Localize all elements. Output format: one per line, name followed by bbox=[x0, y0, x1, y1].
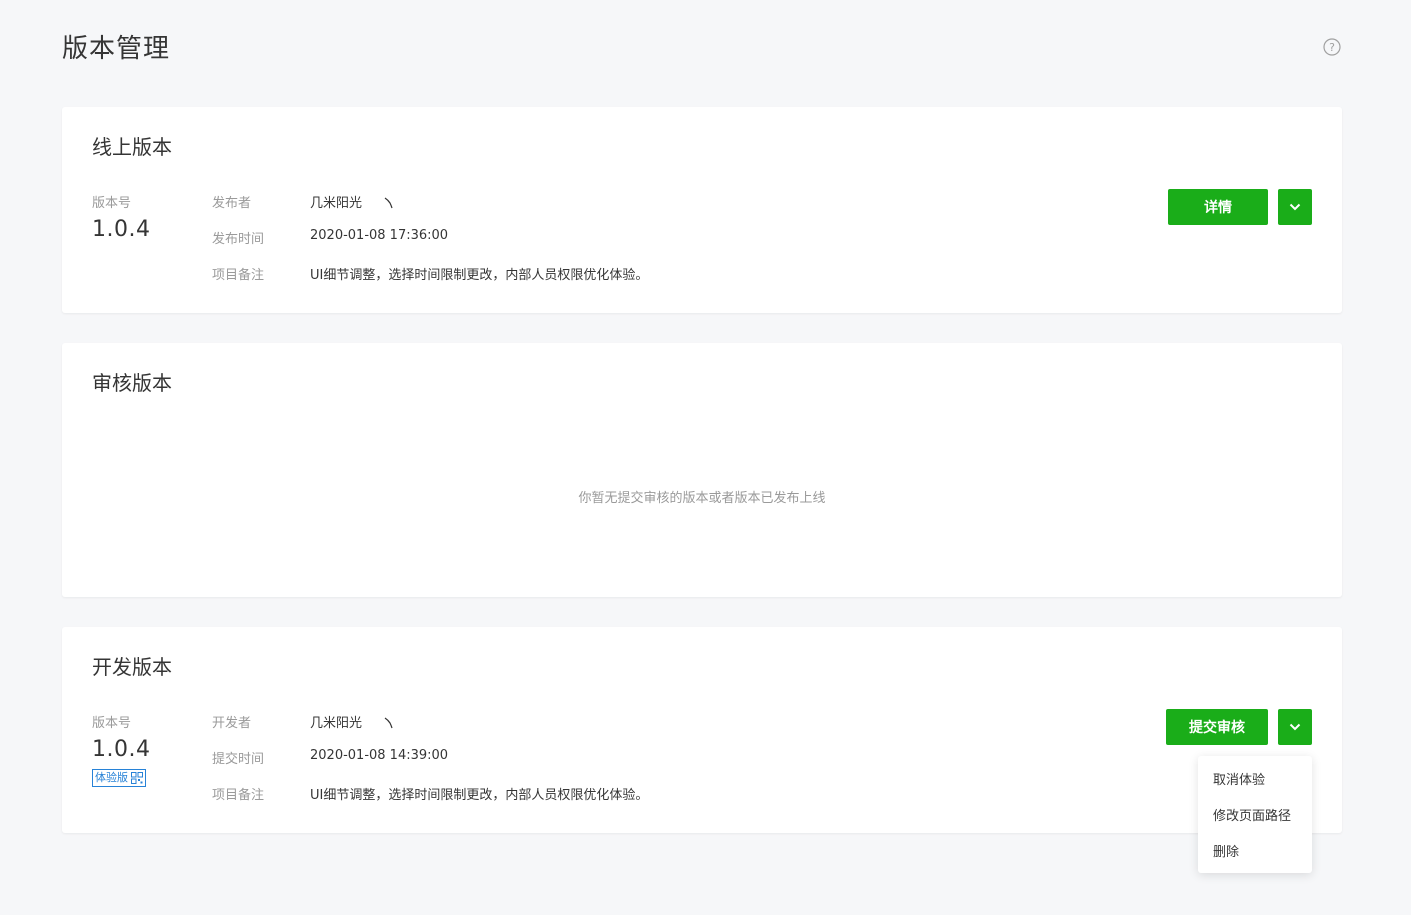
developer-name: 几米阳光 bbox=[310, 716, 363, 731]
submit-time: 2020-01-08 14:39:00 bbox=[310, 748, 449, 763]
publisher-label: 发布者 bbox=[212, 196, 252, 211]
dev-dropdown-menu: 取消体验 修改页面路径 删除 bbox=[1198, 756, 1312, 873]
version-number-label: 版本号 bbox=[92, 196, 132, 211]
publish-time-label: 发布时间 bbox=[212, 232, 265, 247]
review-version-title: 审核版本 bbox=[92, 371, 172, 395]
dev-version-number: 1.0.4 bbox=[92, 737, 151, 762]
dev-version-number-label: 版本号 bbox=[92, 716, 132, 731]
review-empty-text: 你暂无提交审核的版本或者版本已发布上线 bbox=[578, 491, 826, 506]
dev-version-title: 开发版本 bbox=[92, 655, 172, 679]
developer-label: 开发者 bbox=[212, 716, 252, 731]
menu-item-edit-page-path[interactable]: 修改页面路径 bbox=[1213, 805, 1291, 824]
project-note-label: 项目备注 bbox=[212, 268, 265, 283]
chevron-down-icon bbox=[1289, 203, 1301, 211]
publisher-avatar-icon bbox=[384, 197, 393, 209]
menu-item-delete[interactable]: 删除 bbox=[1213, 841, 1239, 860]
page-title: 版本管理 bbox=[62, 34, 171, 64]
online-version-title: 线上版本 bbox=[92, 135, 172, 159]
publish-time: 2020-01-08 17:36:00 bbox=[310, 228, 449, 243]
qrcode-icon bbox=[131, 772, 143, 784]
version-number: 1.0.4 bbox=[92, 217, 151, 242]
submit-time-label: 提交时间 bbox=[212, 752, 265, 767]
dev-project-note-label: 项目备注 bbox=[212, 788, 265, 803]
submit-review-button[interactable]: 提交审核 bbox=[1166, 709, 1268, 745]
project-note: UI细节调整，选择时间限制更改，内部人员权限优化体验。 bbox=[310, 268, 649, 283]
review-version-card: 审核版本 你暂无提交审核的版本或者版本已发布上线 bbox=[62, 343, 1342, 597]
developer-avatar-icon bbox=[384, 717, 393, 729]
version-management-page: 版本管理 ? 线上版本 版本号 1.0.4 发布者 几米阳光 发布时间 2020… bbox=[0, 0, 1411, 915]
dev-version-card: 开发版本 版本号 1.0.4 体验版 开发者 几米阳光 提交时间 2020-01… bbox=[62, 627, 1342, 833]
detail-button[interactable]: 详情 bbox=[1168, 189, 1268, 225]
experience-version-tag[interactable]: 体验版 bbox=[92, 769, 146, 787]
dev-project-note: UI细节调整，选择时间限制更改，内部人员权限优化体验。 bbox=[310, 788, 649, 803]
chevron-down-icon bbox=[1289, 723, 1301, 731]
experience-tag-label: 体验版 bbox=[95, 771, 128, 784]
online-version-card: 线上版本 版本号 1.0.4 发布者 几米阳光 发布时间 2020-01-08 … bbox=[62, 107, 1342, 313]
menu-item-cancel-experience[interactable]: 取消体验 bbox=[1213, 769, 1265, 788]
svg-text:?: ? bbox=[1329, 41, 1335, 54]
question-circle-icon[interactable]: ? bbox=[1323, 38, 1341, 56]
online-more-dropdown[interactable] bbox=[1278, 189, 1312, 225]
dev-more-dropdown[interactable] bbox=[1278, 709, 1312, 745]
publisher-name: 几米阳光 bbox=[310, 196, 363, 211]
